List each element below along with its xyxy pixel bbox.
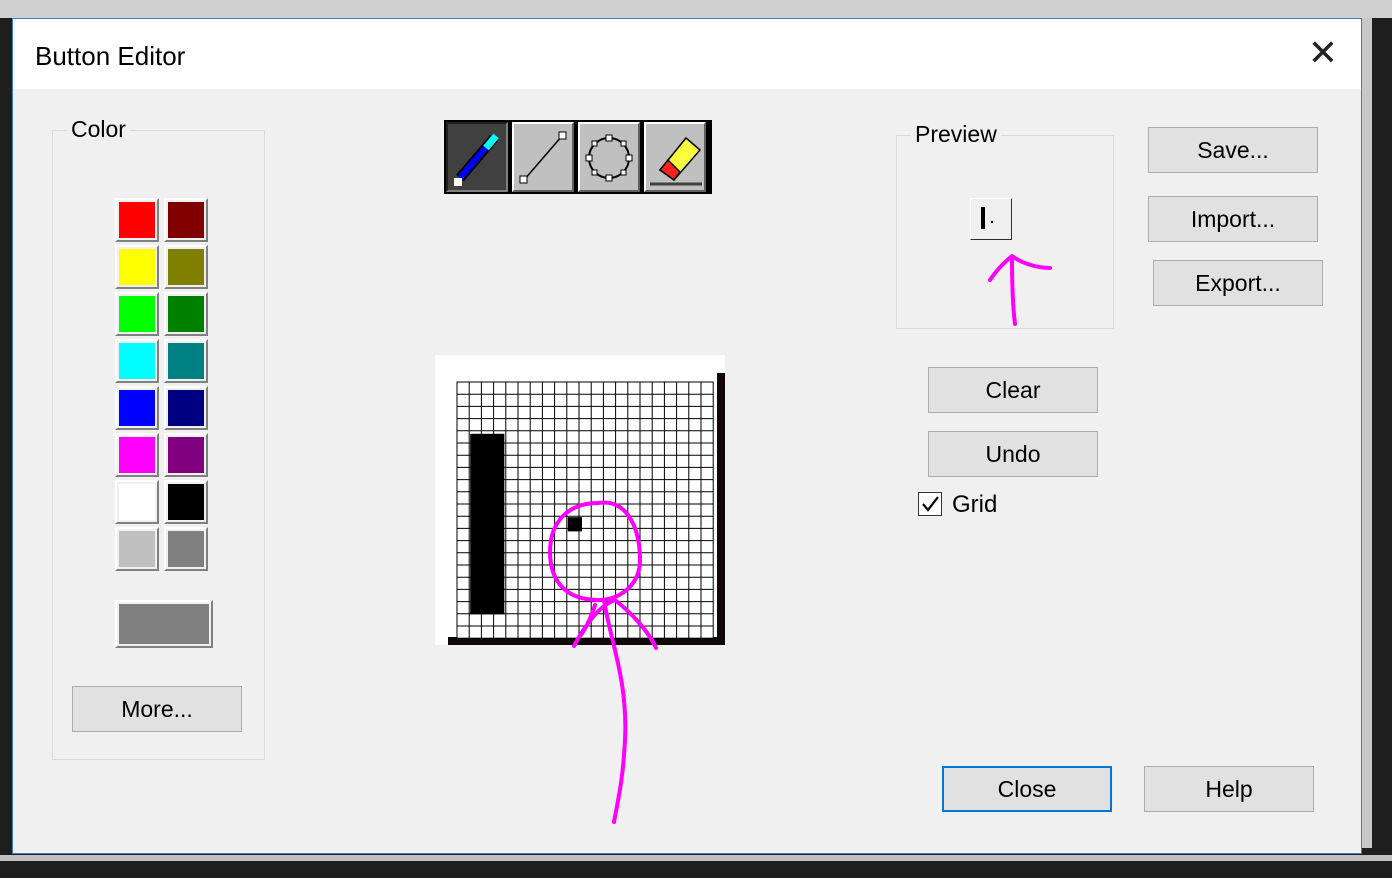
pixel-canvas[interactable] bbox=[435, 355, 725, 645]
color-swatch[interactable] bbox=[164, 292, 208, 336]
save-button[interactable]: Save... bbox=[1148, 127, 1318, 173]
swatch-fill bbox=[168, 202, 204, 238]
eraser-icon bbox=[650, 136, 702, 186]
color-swatch[interactable] bbox=[115, 292, 159, 336]
undo-button[interactable]: Undo bbox=[928, 431, 1098, 477]
background-app-bottom bbox=[0, 855, 1392, 861]
color-swatch[interactable] bbox=[115, 198, 159, 242]
swatch-fill bbox=[168, 343, 204, 379]
color-swatch[interactable] bbox=[115, 339, 159, 383]
preview-bar bbox=[981, 207, 985, 229]
pencil-icon bbox=[454, 133, 499, 186]
tool-toolbar bbox=[444, 120, 712, 194]
clear-button[interactable]: Clear bbox=[928, 367, 1098, 413]
color-swatch[interactable] bbox=[164, 433, 208, 477]
swatch-fill bbox=[168, 437, 204, 473]
dialog-title: Button Editor bbox=[35, 41, 186, 71]
canvas-shadow-right bbox=[717, 373, 725, 645]
close-button[interactable]: Close bbox=[942, 766, 1112, 812]
close-icon[interactable]: ✕ bbox=[1303, 33, 1343, 73]
swatch-fill bbox=[119, 484, 155, 520]
export-button[interactable]: Export... bbox=[1153, 260, 1323, 306]
color-swatch[interactable] bbox=[164, 245, 208, 289]
painted-pixel bbox=[567, 517, 582, 532]
background-app-strip bbox=[0, 0, 1392, 18]
color-swatch[interactable] bbox=[164, 480, 208, 524]
swatch-fill bbox=[119, 390, 155, 426]
color-swatch[interactable] bbox=[115, 433, 159, 477]
line-tool-button[interactable] bbox=[512, 122, 574, 192]
color-swatch[interactable] bbox=[115, 527, 159, 571]
color-swatch[interactable] bbox=[164, 527, 208, 571]
pixel-grid bbox=[435, 355, 725, 645]
color-swatch[interactable] bbox=[164, 198, 208, 242]
swatch-fill bbox=[168, 484, 204, 520]
background-app-edge bbox=[1362, 18, 1372, 848]
line-icon bbox=[519, 131, 567, 184]
painted-bar bbox=[470, 433, 505, 615]
checkmark-icon bbox=[922, 496, 939, 512]
grid-checkbox-label: Grid bbox=[952, 491, 998, 518]
swatch-fill bbox=[168, 296, 204, 332]
preview-button-icon bbox=[970, 198, 1012, 240]
swatch-fill bbox=[168, 531, 204, 567]
color-swatch[interactable] bbox=[164, 339, 208, 383]
swatch-fill bbox=[119, 343, 155, 379]
grid-checkbox[interactable] bbox=[918, 492, 942, 516]
pencil-tool-button[interactable] bbox=[446, 122, 508, 192]
color-swatch[interactable] bbox=[115, 480, 159, 524]
help-button[interactable]: Help bbox=[1144, 766, 1314, 812]
preview-dot bbox=[991, 221, 993, 223]
swatch-fill bbox=[168, 249, 204, 285]
current-color-swatch bbox=[115, 600, 213, 648]
swatch-fill bbox=[119, 296, 155, 332]
import-button[interactable]: Import... bbox=[1148, 196, 1318, 242]
color-swatch[interactable] bbox=[115, 386, 159, 430]
preview-group-label: Preview bbox=[911, 121, 1001, 148]
swatch-fill bbox=[119, 531, 155, 567]
swatch-fill bbox=[119, 202, 155, 238]
ellipse-icon bbox=[585, 134, 633, 182]
more-colors-button[interactable]: More... bbox=[72, 686, 242, 732]
swatch-fill bbox=[168, 390, 204, 426]
eraser-tool-button[interactable] bbox=[644, 122, 706, 192]
swatch-fill bbox=[119, 249, 155, 285]
color-group-label: Color bbox=[67, 116, 130, 143]
swatch-fill bbox=[119, 437, 155, 473]
color-swatch[interactable] bbox=[115, 245, 159, 289]
title-bar: Button Editor ✕ bbox=[13, 19, 1361, 89]
color-swatch[interactable] bbox=[164, 386, 208, 430]
ellipse-tool-button[interactable] bbox=[578, 122, 640, 192]
